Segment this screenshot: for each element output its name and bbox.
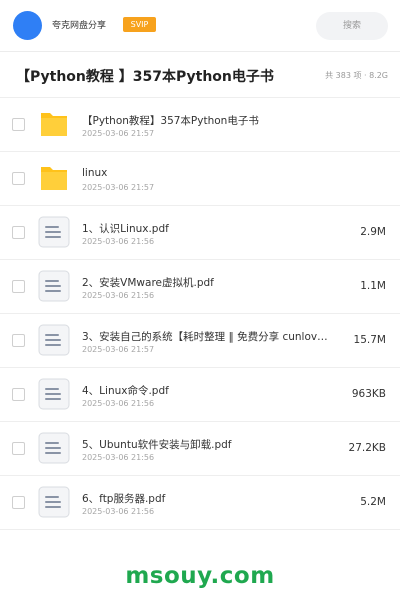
file-name[interactable]: linux [82,167,332,179]
document-icon [38,432,70,464]
file-name[interactable]: 【Python教程】357本Python电子书 [82,113,332,128]
document-icon [38,270,70,302]
file-date: 2025-03-06 21:57 [82,345,155,354]
file-name[interactable]: 1、认识Linux.pdf [82,221,332,236]
file-size: 963KB [351,388,386,400]
file-row[interactable]: 6、ftp服务器.pdf 2025-03-06 21:56 5.2M [0,476,400,530]
top-bar: 夸克网盘分享 SVIP 搜索 [0,0,400,52]
sharer-name: 夸克网盘分享 [52,21,107,31]
file-size: 15.7M [353,334,386,346]
file-name[interactable]: 5、Ubuntu软件安装与卸载.pdf [82,437,332,452]
file-row[interactable]: 2、安装VMware虚拟机.pdf 2025-03-06 21:56 1.1M [0,260,400,314]
file-date: 2025-03-06 21:56 [82,507,155,516]
file-row[interactable]: 4、Linux命令.pdf 2025-03-06 21:56 963KB [0,368,400,422]
file-size: 1.1M [360,280,386,292]
file-row[interactable]: 【Python教程】357本Python电子书 2025-03-06 21:57 [0,98,400,152]
folder-title: 【Python教程 】357本Python电子书 [16,69,274,85]
file-name[interactable]: 6、ftp服务器.pdf [82,491,332,506]
file-list: 【Python教程】357本Python电子书 2025-03-06 21:57 l… [0,98,400,530]
file-size: 2.9M [360,226,386,238]
folder-summary: 共 383 项 · 8.2G [325,71,388,80]
row-checkbox[interactable] [12,226,25,239]
row-checkbox[interactable] [12,280,25,293]
watermark-text: msouy.com [125,563,275,589]
row-checkbox[interactable] [12,334,25,347]
file-date: 2025-03-06 21:56 [82,453,155,462]
document-icon [38,216,70,248]
row-checkbox[interactable] [12,388,25,401]
row-checkbox[interactable] [12,442,25,455]
row-checkbox[interactable] [12,172,25,185]
row-checkbox[interactable] [12,496,25,509]
row-checkbox[interactable] [12,118,25,131]
svip-badge: SVIP [123,17,156,32]
file-name[interactable]: 4、Linux命令.pdf [82,383,332,398]
document-icon [38,486,70,518]
file-size: 27.2KB [348,442,386,454]
file-date: 2025-03-06 21:57 [82,183,155,192]
file-name[interactable]: 2、安装VMware虚拟机.pdf [82,275,332,290]
search-button[interactable]: 搜索 [316,12,388,40]
file-date: 2025-03-06 21:56 [82,291,155,300]
avatar[interactable] [13,11,42,40]
file-date: 2025-03-06 21:56 [82,399,155,408]
file-row[interactable]: 3、安装自己的系统【耗时整理 ‖ 免费分享 cunlove.cn】.pdf202… [0,314,400,368]
folder-icon [38,162,70,194]
file-date: 2025-03-06 21:56 [82,237,155,246]
file-size: 5.2M [360,496,386,508]
folder-icon [38,108,70,140]
file-row[interactable]: 1、认识Linux.pdf 2025-03-06 21:56 2.9M [0,206,400,260]
file-row[interactable]: linux 2025-03-06 21:57 [0,152,400,206]
file-date: 2025-03-06 21:57 [82,129,155,138]
file-row[interactable]: 5、Ubuntu软件安装与卸载.pdf 2025-03-06 21:56 27.2K… [0,422,400,476]
file-name[interactable]: 3、安装自己的系统【耗时整理 ‖ 免费分享 cunlove.cn】.pdf [82,329,332,344]
document-icon [38,324,70,356]
document-icon [38,378,70,410]
folder-title-bar: 【Python教程 】357本Python电子书 共 383 项 · 8.2G [0,52,400,98]
